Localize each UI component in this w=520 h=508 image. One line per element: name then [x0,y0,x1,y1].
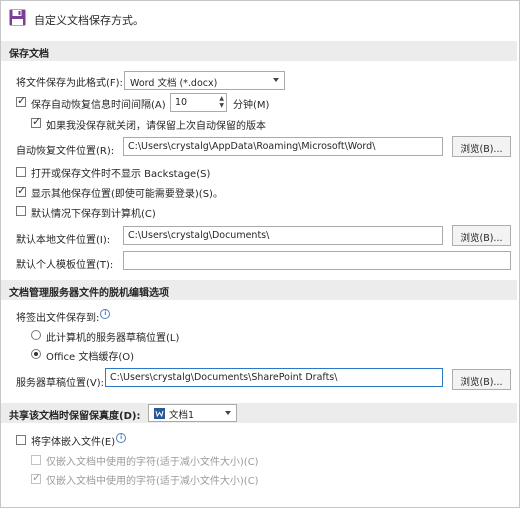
fidelity-document-select[interactable]: 文档1 [148,404,237,422]
radio-selected-dot [34,352,38,356]
show-additional-locations-checkbox[interactable]: ✓ [16,184,27,197]
keep-last-version-checkbox[interactable]: ✓ [31,115,42,128]
info-icon: i [116,433,127,443]
section-header-offline: 文档管理服务器文件的脱机编辑选项 [1,280,517,300]
save-to-computer-checkbox[interactable] [16,206,26,216]
embed-fonts-label: 将字体嵌入文件(E) i [31,433,127,448]
autorecover-location-label: 自动恢复文件位置(R): [16,146,115,157]
save-floppy-icon [9,9,26,26]
chevron-down-icon [225,411,231,415]
section-header-save: 保存文档 [1,41,517,61]
autorecover-minutes-spinner[interactable]: 10 ▲ ▼ [170,93,227,112]
radio-server-drafts[interactable] [31,330,41,340]
radio-office-cache[interactable] [31,349,41,359]
browse-drafts-button[interactable]: 浏览(B)... [452,369,511,390]
no-common-system-fonts-label: 仅嵌入文档中使用的字符(适于减小文件大小)(C) [46,476,259,487]
save-format-label: 将文件保存为此格式(F): [16,78,123,89]
check-icon: ✓ [32,471,42,484]
save-to-computer-label: 默认情况下保存到计算机(C) [31,209,156,220]
default-local-location-label: 默认本地文件位置(I): [16,235,111,246]
browse-local-button[interactable]: 浏览(B)... [452,225,511,246]
spinner-arrows-icon[interactable]: ▲ ▼ [219,95,224,109]
word-document-icon [154,408,165,419]
browse-autorecover-button[interactable]: 浏览(B)... [452,136,511,157]
info-icon: i [100,309,111,319]
embed-used-chars-checkbox[interactable] [31,455,41,465]
save-format-select[interactable]: Word 文档 (*.docx) [124,71,285,90]
no-backstage-label: 打开或保存文件时不显示 Backstage(S) [31,169,211,180]
chevron-down-icon [273,78,279,82]
no-common-system-fonts-checkbox[interactable]: ✓ [31,471,42,484]
radio-office-cache-label: Office 文档缓存(O) [46,352,135,363]
section-header-fidelity: 共享该文档时保留保真度(D): [1,403,517,423]
autorecover-location-input[interactable]: C:\Users\crystalg\AppData\Roaming\Micros… [123,137,443,156]
autorecover-label: 保存自动恢复信息时间间隔(A) [31,100,166,111]
check-icon: ✓ [32,115,42,128]
default-template-location-input[interactable] [123,251,511,270]
page-title: 自定义文档保存方式。 [34,14,144,27]
show-additional-locations-label: 显示其他保存位置(即使可能需要登录)(S)。 [31,189,223,200]
embed-fonts-checkbox[interactable] [16,435,26,445]
default-template-location-label: 默认个人模板位置(T): [16,260,114,271]
keep-last-version-label: 如果我没保存就关闭，请保留上次自动保留的版本 [46,121,266,132]
autorecover-checkbox[interactable]: ✓ [16,94,27,107]
drafts-location-input[interactable]: C:\Users\crystalg\Documents\SharePoint D… [105,368,443,387]
embed-used-chars-label: 仅嵌入文档中使用的字符(适于减小文件大小)(C) [46,457,259,468]
check-icon: ✓ [17,94,27,107]
minutes-label: 分钟(M) [233,100,270,111]
drafts-location-label: 服务器草稿位置(V): [16,378,105,389]
no-backstage-checkbox[interactable] [16,167,26,177]
default-local-location-input[interactable]: C:\Users\crystalg\Documents\ [123,226,443,245]
radio-server-drafts-label: 此计算机的服务器草稿位置(L) [46,333,180,344]
saveto-label: 将签出文件保存到: i [16,309,111,324]
check-icon: ✓ [17,184,27,197]
